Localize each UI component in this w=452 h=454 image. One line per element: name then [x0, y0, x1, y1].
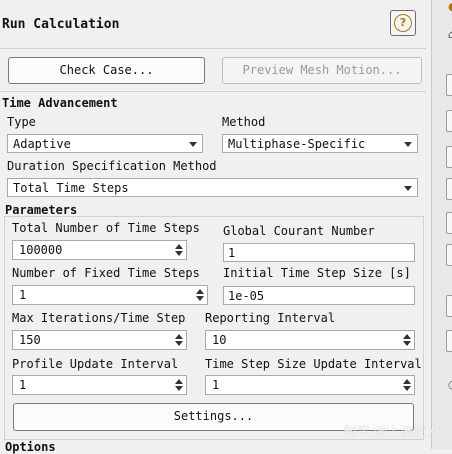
- help-button[interactable]: ?: [390, 10, 416, 36]
- courant-number-label: Global Courant Number: [223, 224, 375, 238]
- profile-update-value: 1: [19, 378, 27, 392]
- spin-down-icon[interactable]: [403, 341, 411, 346]
- check-case-button[interactable]: Check Case...: [8, 57, 205, 84]
- spin-down-icon[interactable]: [403, 386, 411, 391]
- time-advancement-header: Time Advancement: [2, 96, 118, 110]
- total-time-steps-stepper[interactable]: 100000: [12, 240, 187, 260]
- home-icon[interactable]: ⌂: [448, 28, 452, 41]
- fixed-time-steps-value: 1: [19, 288, 27, 302]
- chevron-down-icon: [404, 186, 412, 191]
- step-size-update-value: 1: [212, 378, 220, 392]
- fixed-time-steps-stepper[interactable]: 1: [12, 285, 208, 305]
- method-dropdown[interactable]: Multiphase-Specific: [222, 134, 418, 153]
- spin-down-icon[interactable]: [175, 386, 183, 391]
- chevron-down-icon: [404, 142, 412, 147]
- reporting-interval-stepper[interactable]: 10: [205, 330, 415, 350]
- spin-up-icon[interactable]: [196, 289, 204, 294]
- type-label: Type: [7, 115, 36, 129]
- watermark-text: 知乎 @上波的人: [344, 425, 440, 440]
- right-toolbar: ● ⌂ ○ ⋮: [431, 0, 452, 449]
- total-time-steps-value: 100000: [19, 243, 63, 257]
- toolbar-button[interactable]: [446, 146, 452, 168]
- buttons-divider: [0, 91, 426, 92]
- toolbar-button[interactable]: [446, 178, 452, 200]
- preview-mesh-motion-button[interactable]: Preview Mesh Motion...: [222, 57, 422, 84]
- step-size-update-label: Time Step Size Update Interval: [205, 357, 422, 371]
- spin-up-icon[interactable]: [175, 244, 183, 249]
- spin-down-icon[interactable]: [196, 296, 204, 301]
- header-divider: [0, 48, 426, 49]
- duration-method-dropdown[interactable]: Total Time Steps: [7, 178, 418, 197]
- radio-icon[interactable]: ○: [448, 378, 452, 391]
- spin-up-icon[interactable]: [175, 379, 183, 384]
- initial-step-size-field[interactable]: 1e-05: [223, 286, 415, 305]
- method-label: Method: [222, 115, 266, 129]
- help-icon: ?: [394, 14, 412, 32]
- chevron-down-icon: [189, 142, 197, 147]
- toolbar-button[interactable]: [446, 330, 452, 352]
- type-dropdown[interactable]: Adaptive: [7, 134, 203, 153]
- initial-step-size-label: Initial Time Step Size [s]: [223, 266, 411, 280]
- panel-title: Run Calculation: [2, 17, 120, 32]
- toolbar-button[interactable]: [446, 244, 452, 266]
- step-size-update-stepper[interactable]: 1: [205, 375, 415, 395]
- max-iterations-label: Max Iterations/Time Step: [12, 311, 186, 325]
- lightbulb-icon[interactable]: ●: [448, 0, 452, 13]
- options-header: Options: [5, 440, 56, 454]
- profile-update-stepper[interactable]: 1: [12, 375, 187, 395]
- toolbar-button[interactable]: [446, 295, 452, 317]
- fixed-time-steps-label: Number of Fixed Time Steps: [12, 266, 200, 280]
- reporting-interval-value: 10: [212, 333, 227, 347]
- spin-up-icon[interactable]: [403, 379, 411, 384]
- toolbar-button[interactable]: [446, 74, 452, 96]
- toolbar-button[interactable]: [446, 110, 452, 132]
- max-iterations-value: 150: [19, 333, 41, 347]
- duration-method-label: Duration Specification Method: [7, 159, 217, 173]
- list-icon[interactable]: ⋮: [448, 400, 452, 413]
- total-time-steps-label: Total Number of Time Steps: [12, 221, 200, 235]
- method-value: Multiphase-Specific: [228, 137, 366, 151]
- duration-method-value: Total Time Steps: [13, 181, 129, 195]
- spin-down-icon[interactable]: [175, 251, 183, 256]
- parameters-header: Parameters: [5, 203, 78, 217]
- max-iterations-stepper[interactable]: 150: [12, 330, 187, 350]
- courant-number-field[interactable]: 1: [223, 243, 415, 262]
- reporting-interval-label: Reporting Interval: [205, 311, 336, 325]
- spin-down-icon[interactable]: [175, 341, 183, 346]
- profile-update-label: Profile Update Interval: [12, 357, 179, 371]
- toolbar-button[interactable]: [446, 212, 452, 234]
- type-value: Adaptive: [13, 137, 71, 151]
- spin-up-icon[interactable]: [175, 334, 183, 339]
- spin-up-icon[interactable]: [403, 334, 411, 339]
